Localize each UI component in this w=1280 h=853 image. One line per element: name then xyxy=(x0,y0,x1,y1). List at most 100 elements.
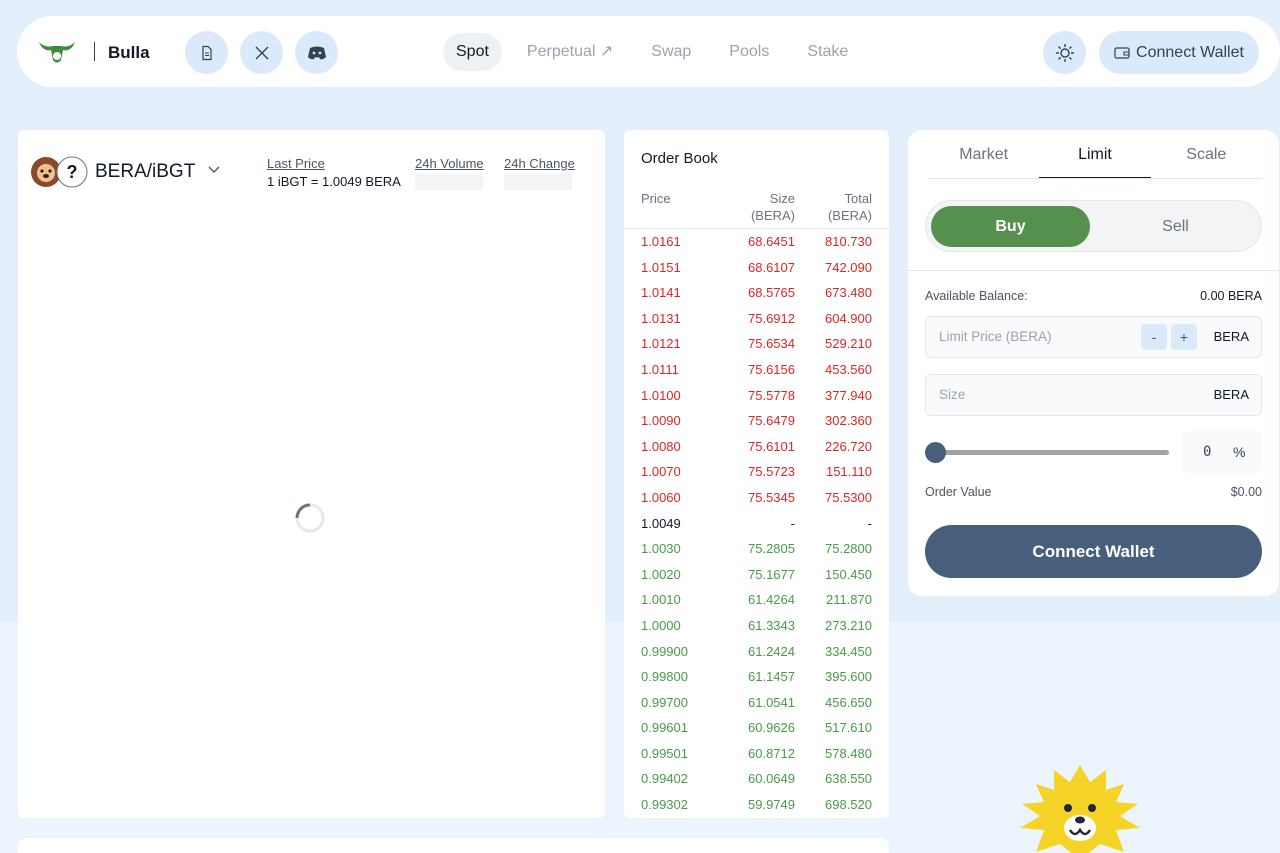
total-cell: 698.520 xyxy=(825,797,872,813)
price-decrement-button[interactable]: - xyxy=(1141,324,1167,350)
price-cell: 1.0000 xyxy=(641,617,681,633)
header-connect-wallet-button[interactable]: Connect Wallet xyxy=(1099,31,1259,74)
ask-row[interactable]: 1.0080 75.6101 226.720 xyxy=(624,434,889,460)
bid-row[interactable]: 0.99402 60.0649 638.550 xyxy=(624,766,889,792)
volume-loading-skeleton xyxy=(415,174,483,190)
last-price-stat: Last Price 1 iBGT = 1.0049 BERA xyxy=(267,156,401,189)
bid-row[interactable]: 0.99501 60.8712 578.480 xyxy=(624,741,889,767)
available-balance-label: Available Balance: xyxy=(925,289,1028,303)
last-price-label[interactable]: Last Price xyxy=(267,156,401,171)
ask-row[interactable]: 1.0121 75.6534 529.210 xyxy=(624,331,889,357)
size-cell: 61.0541 xyxy=(748,694,795,710)
theme-toggle-button[interactable] xyxy=(1043,31,1086,74)
limit-price-input[interactable]: Limit Price (BERA) xyxy=(939,329,1052,344)
discord-button[interactable] xyxy=(295,31,338,74)
bid-row[interactable]: 1.0020 75.1677 150.450 xyxy=(624,562,889,588)
bull-logo-icon[interactable] xyxy=(37,38,77,66)
chevron-down-icon[interactable] xyxy=(208,166,220,174)
price-cell: 0.99402 xyxy=(641,771,688,787)
ask-row[interactable]: 1.0060 75.5345 75.5300 xyxy=(624,485,889,511)
total-cell: 273.210 xyxy=(825,617,872,633)
bid-row[interactable]: 0.99900 61.2424 334.450 xyxy=(624,639,889,665)
top-navbar: Bulla Spot Perpetual ↗ Swap Pools Stake … xyxy=(17,16,1280,87)
volume-label[interactable]: 24h Volume xyxy=(415,156,484,171)
sell-button[interactable]: Sell xyxy=(1095,206,1256,247)
price-cell: 1.0020 xyxy=(641,566,681,582)
price-cell: 1.0151 xyxy=(641,259,681,275)
limit-price-field[interactable]: Limit Price (BERA) - + BERA xyxy=(925,316,1262,358)
x-icon xyxy=(255,46,268,59)
x-button[interactable] xyxy=(240,31,283,74)
total-cell: 810.730 xyxy=(825,234,872,249)
price-cell: 1.0121 xyxy=(641,336,681,352)
ask-row[interactable]: 1.0141 68.5765 673.480 xyxy=(624,280,889,306)
order-book-title: Order Book xyxy=(641,150,718,167)
price-cell: 1.0070 xyxy=(641,464,681,480)
buy-button[interactable]: Buy xyxy=(931,206,1090,247)
bid-row[interactable]: 0.99601 60.9626 517.610 xyxy=(624,715,889,741)
total-header-label: Total xyxy=(844,191,872,206)
bid-row[interactable]: 1.0000 61.3343 273.210 xyxy=(624,613,889,639)
chart-panel: ? BERA/iBGT Last Price 1 iBGT = 1.0049 B… xyxy=(18,130,605,818)
tab-scale[interactable]: Scale xyxy=(1151,130,1262,178)
ask-row[interactable]: 1.0100 75.5778 377.940 xyxy=(624,383,889,409)
percent-input[interactable]: 0 xyxy=(1203,444,1211,460)
docs-button[interactable] xyxy=(185,31,228,74)
price-cell: 0.99501 xyxy=(641,745,688,761)
wallet-icon xyxy=(1114,46,1130,59)
size-cell: 60.9626 xyxy=(748,720,795,736)
size-cell: 75.6479 xyxy=(748,413,795,429)
percent-input-box[interactable]: 0 % xyxy=(1182,431,1262,473)
bid-row[interactable]: 0.99302 59.9749 698.520 xyxy=(624,792,889,818)
bid-row[interactable]: 0.99700 61.0541 456.650 xyxy=(624,690,889,716)
pair-selector[interactable]: BERA/iBGT xyxy=(95,161,195,183)
order-value: $0.00 xyxy=(1230,485,1262,499)
size-cell: 75.6156 xyxy=(748,361,795,377)
unknown-token-icon: ? xyxy=(56,156,88,188)
bid-row[interactable]: 1.0030 75.2805 75.2800 xyxy=(624,536,889,562)
size-header-label: Size xyxy=(769,191,795,206)
nav-pools[interactable]: Pools xyxy=(716,33,782,71)
ask-row[interactable]: 1.0070 75.5723 151.110 xyxy=(624,459,889,485)
size-field[interactable]: Size BERA xyxy=(925,374,1262,416)
ask-row[interactable]: 1.0131 75.6912 604.900 xyxy=(624,306,889,332)
bottom-panel xyxy=(18,838,889,853)
size-slider-handle[interactable] xyxy=(925,442,946,463)
nav-swap[interactable]: Swap xyxy=(638,33,704,71)
total-cell: 226.720 xyxy=(825,438,872,454)
size-cell: 61.3343 xyxy=(748,617,795,633)
mid-price-row[interactable]: 1.0049 - - xyxy=(624,511,889,537)
ask-row[interactable]: 1.0151 68.6107 742.090 xyxy=(624,255,889,281)
size-cell: 75.5778 xyxy=(748,387,795,403)
size-input[interactable]: Size xyxy=(939,387,965,402)
size-slider-track[interactable] xyxy=(935,450,1169,455)
nav-stake[interactable]: Stake xyxy=(794,33,861,71)
tab-limit[interactable]: Limit xyxy=(1039,130,1151,178)
tab-market[interactable]: Market xyxy=(928,130,1039,178)
price-increment-button[interactable]: + xyxy=(1171,324,1197,350)
total-cell: 334.450 xyxy=(825,643,872,659)
pair-token-icons[interactable]: ? xyxy=(30,156,90,188)
nav-perpetual[interactable]: Perpetual ↗ xyxy=(514,33,626,71)
brand-name[interactable]: Bulla xyxy=(108,43,150,63)
size-unit: BERA xyxy=(1213,387,1249,402)
bid-row[interactable]: 1.0010 61.4264 211.870 xyxy=(624,587,889,613)
order-book-rows: 1.0161 68.6451 810.730 1.0151 68.6107 742.090… xyxy=(624,229,889,818)
buy-sell-toggle: Buy Sell xyxy=(925,200,1262,252)
total-cell: 578.480 xyxy=(825,745,872,761)
nav-spot[interactable]: Spot xyxy=(443,33,502,71)
total-cell: 456.650 xyxy=(825,694,872,710)
price-cell: 0.99800 xyxy=(641,669,688,685)
sun-icon xyxy=(1055,43,1074,62)
total-cell: 742.090 xyxy=(825,259,872,275)
change-label[interactable]: 24h Change xyxy=(504,156,575,171)
bid-row[interactable]: 0.99800 61.1457 395.600 xyxy=(624,664,889,690)
ask-row[interactable]: 1.0090 75.6479 302.360 xyxy=(624,408,889,434)
price-cell: 1.0141 xyxy=(641,285,681,301)
main-nav: Spot Perpetual ↗ Swap Pools Stake xyxy=(443,33,873,71)
connect-wallet-button[interactable]: Connect Wallet xyxy=(925,525,1262,578)
ask-row[interactable]: 1.0161 68.6451 810.730 xyxy=(624,229,889,255)
docs-icon xyxy=(201,45,212,60)
ask-row[interactable]: 1.0111 75.6156 453.560 xyxy=(624,357,889,383)
price-cell: 1.0090 xyxy=(641,413,681,429)
